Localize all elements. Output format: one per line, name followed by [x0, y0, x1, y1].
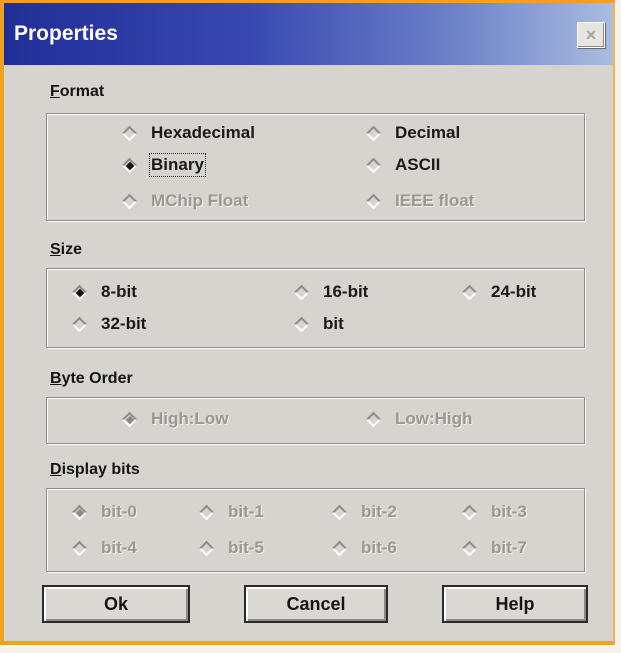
radio-diamond-icon [332, 541, 347, 556]
radio-bit-0: bit-0 [72, 502, 137, 522]
radio-diamond-icon [366, 194, 381, 209]
radio-diamond-icon [366, 412, 381, 427]
radio-bit-7: bit-7 [462, 538, 527, 558]
option-label: bit-0 [101, 502, 137, 521]
option-label: Decimal [395, 123, 461, 142]
option-label: 32-bit [101, 314, 147, 333]
radio-diamond-checked-icon [72, 505, 87, 520]
radio-diamond-icon [294, 285, 309, 300]
radio-bit-2: bit-2 [332, 502, 397, 522]
radio-bit-3: bit-3 [462, 502, 527, 522]
size-label-rest: ize [60, 241, 83, 258]
display-bits-label-rest: isplay bits [61, 461, 140, 478]
option-label: 16-bit [323, 282, 369, 301]
help-button[interactable]: Help [442, 585, 588, 623]
radio-ascii[interactable]: ASCII [366, 155, 440, 175]
radio-hexadecimal[interactable]: Hexadecimal [122, 123, 255, 143]
option-label: bit-7 [491, 538, 527, 557]
title-bar[interactable]: Properties × [4, 3, 613, 65]
radio-diamond-icon [72, 541, 87, 556]
radio-diamond-icon [294, 317, 309, 332]
option-label: Low:High [395, 409, 473, 428]
option-label: bit-2 [361, 502, 397, 521]
size-section-label: Size [50, 241, 82, 259]
radio-diamond-icon [122, 194, 137, 209]
radio-low-high: Low:High [366, 409, 472, 429]
ok-button[interactable]: Ok [42, 585, 190, 623]
option-label: 24-bit [491, 282, 537, 301]
option-label: 8-bit [101, 282, 137, 301]
radio-bit-5: bit-5 [199, 538, 264, 558]
radio-diamond-icon [332, 505, 347, 520]
option-label: ASCII [395, 155, 441, 174]
radio-diamond-checked-icon [122, 412, 137, 427]
display-bits-mnemonic: D [50, 461, 62, 478]
radio-diamond-checked-icon [72, 285, 87, 300]
byte-order-section-label: Byte Order [50, 370, 133, 388]
properties-dialog: Properties × Format Hexadecimal Decimal … [0, 0, 615, 645]
radio-bit-6: bit-6 [332, 538, 397, 558]
radio-diamond-icon [462, 505, 477, 520]
format-label-rest: ormat [59, 83, 105, 100]
radio-diamond-icon [199, 505, 214, 520]
radio-bit-1: bit-1 [199, 502, 264, 522]
radio-binary[interactable]: Binary [122, 153, 206, 177]
radio-24-bit[interactable]: 24-bit [462, 282, 536, 302]
option-label: bit [323, 314, 344, 333]
radio-16-bit[interactable]: 16-bit [294, 282, 368, 302]
radio-decimal[interactable]: Decimal [366, 123, 460, 143]
byte-order-mnemonic: B [50, 370, 62, 387]
option-label: High:Low [151, 409, 229, 428]
format-section-label: Format [50, 83, 104, 101]
radio-diamond-icon [199, 541, 214, 556]
close-icon: × [585, 24, 597, 45]
radio-diamond-icon [462, 285, 477, 300]
option-label: Hexadecimal [151, 123, 255, 142]
option-label: Binary [149, 153, 206, 177]
radio-diamond-icon [462, 541, 477, 556]
size-mnemonic: S [50, 241, 61, 258]
radio-bit-4: bit-4 [72, 538, 137, 558]
close-button[interactable]: × [577, 22, 605, 48]
format-mnemonic: F [50, 83, 60, 100]
display-bits-group [46, 488, 585, 572]
dialog-title: Properties [14, 22, 118, 45]
radio-diamond-icon [72, 317, 87, 332]
option-label: MChip Float [151, 191, 249, 210]
option-label: bit-4 [101, 538, 137, 557]
radio-32-bit[interactable]: 32-bit [72, 314, 146, 334]
radio-bit[interactable]: bit [294, 314, 344, 334]
radio-ieee-float: IEEE float [366, 191, 474, 211]
radio-high-low: High:Low [122, 409, 228, 429]
radio-diamond-checked-icon [122, 158, 137, 173]
radio-mchip-float: MChip Float [122, 191, 248, 211]
option-label: bit-5 [228, 538, 264, 557]
radio-8-bit[interactable]: 8-bit [72, 282, 137, 302]
byte-order-label-rest: yte Order [61, 370, 133, 387]
option-label: IEEE float [395, 191, 475, 210]
option-label: bit-6 [361, 538, 397, 557]
cancel-button[interactable]: Cancel [244, 585, 388, 623]
radio-diamond-icon [366, 158, 381, 173]
option-label: bit-3 [491, 502, 527, 521]
radio-diamond-icon [122, 126, 137, 141]
radio-diamond-icon [366, 126, 381, 141]
option-label: bit-1 [228, 502, 264, 521]
size-group [46, 268, 585, 348]
display-bits-section-label: Display bits [50, 461, 140, 479]
